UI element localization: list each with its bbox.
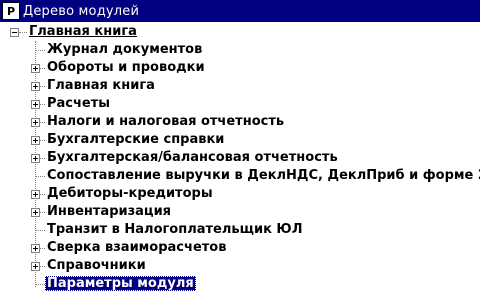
tree-item[interactable]: Бухгалтерская/балансовая отчетность [45, 149, 340, 167]
tree-root[interactable]: Главная книга [27, 23, 139, 41]
module-tree[interactable]: Главная книга Журнал документов Обороты и… [0, 22, 480, 297]
root-collapse-icon[interactable] [10, 28, 19, 37]
tree-item[interactable]: Бухгалтерские справки [45, 131, 226, 149]
tree-item[interactable]: Инвентаризация [45, 203, 173, 221]
tree-item[interactable]: Главная книга [45, 77, 157, 95]
tree-connector [36, 230, 45, 231]
tree-root-label: Главная книга [29, 24, 137, 39]
expand-icon[interactable] [31, 118, 40, 127]
tree-connector [36, 284, 45, 285]
expand-icon[interactable] [31, 208, 40, 217]
tree-item[interactable]: Обороты и проводки [45, 59, 207, 77]
expand-icon[interactable] [31, 136, 40, 145]
expand-icon[interactable] [31, 64, 40, 73]
expand-icon[interactable] [31, 100, 40, 109]
tree-item[interactable]: Сопоставление выручки в ДеклНДС, ДеклПри… [45, 167, 480, 185]
tree-item-label: Сопоставление выручки в ДеклНДС, ДеклПри… [47, 168, 480, 183]
expand-icon[interactable] [31, 154, 40, 163]
tree-item-label: Бухгалтерская/балансовая отчетность [47, 150, 338, 165]
expand-icon[interactable] [31, 244, 40, 253]
tree-item[interactable]: Расчеты [45, 95, 112, 113]
tree-item[interactable]: Налоги и налоговая отчетность [45, 113, 286, 131]
tree-connector [19, 32, 27, 33]
tree-item-label: Транзит в Налогоплательщик ЮЛ [47, 222, 303, 237]
tree-item-label: Главная книга [47, 78, 155, 93]
tree-item[interactable]: Журнал документов [45, 41, 204, 59]
tree-item[interactable]: Дебиторы-кредиторы [45, 185, 215, 203]
tree-item[interactable]: Параметры модуля [45, 275, 196, 293]
tree-item-label: Справочники [47, 258, 146, 273]
tree-item-label: Бухгалтерские справки [47, 132, 225, 147]
expand-icon[interactable] [31, 262, 40, 271]
tree-item-label: Инвентаризация [47, 204, 172, 219]
app-icon[interactable]: Р [2, 2, 20, 20]
window-title: Дерево модулей [23, 3, 140, 19]
tree-item-label: Обороты и проводки [47, 60, 205, 75]
tree-item-label: Расчеты [47, 96, 111, 111]
expand-icon[interactable] [31, 82, 40, 91]
tree-item[interactable]: Сверка взаиморасчетов [45, 239, 228, 257]
tree-item-label: Налоги и налоговая отчетность [47, 114, 285, 129]
tree-item-label: Параметры модуля [45, 276, 196, 291]
tree-item[interactable]: Справочники [45, 257, 148, 275]
tree-connector [36, 176, 45, 177]
tree-item-label: Дебиторы-кредиторы [47, 186, 213, 201]
tree-connector [36, 50, 45, 51]
tree-item[interactable]: Транзит в Налогоплательщик ЮЛ [45, 221, 305, 239]
expand-icon[interactable] [31, 190, 40, 199]
window-titlebar[interactable]: Р Дерево модулей [0, 0, 480, 22]
tree-item-label: Журнал документов [47, 42, 203, 57]
tree-item-label: Сверка взаиморасчетов [47, 240, 227, 255]
